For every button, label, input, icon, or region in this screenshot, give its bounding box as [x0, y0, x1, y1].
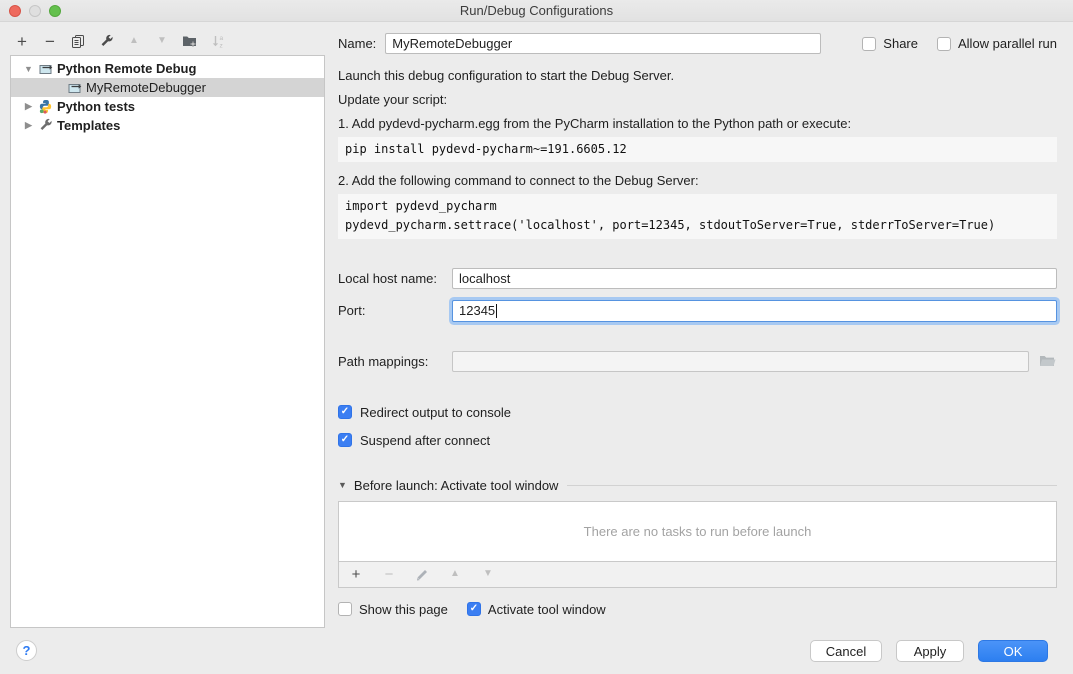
show-this-page-checkbox-label: Show this page	[359, 602, 448, 617]
settrace-code: import pydevd_pycharm pydevd_pycharm.set…	[338, 194, 1057, 238]
templates-wrench-icon	[38, 118, 53, 133]
copy-configuration-icon[interactable]	[70, 33, 86, 49]
path-mappings-input[interactable]	[452, 351, 1029, 372]
configurations-tree: ▼ Python Remote Debug MyRemoteDebugger ▶…	[10, 55, 325, 628]
close-window-button[interactable]	[9, 5, 21, 17]
share-checkbox-label: Share	[883, 36, 918, 51]
svg-text:z: z	[219, 42, 222, 49]
before-launch-toolbar: + − ▲ ▼	[338, 562, 1057, 588]
chevron-collapsed-icon[interactable]: ▶	[23, 120, 34, 131]
remote-debug-config-icon	[38, 61, 53, 76]
allow-parallel-run-checkbox-label: Allow parallel run	[958, 36, 1057, 51]
browse-folder-icon[interactable]	[1037, 352, 1057, 370]
step-2-text: 2. Add the following command to connect …	[338, 173, 1057, 188]
cancel-button[interactable]: Cancel	[810, 640, 882, 662]
local-host-name-label: Local host name:	[338, 271, 452, 286]
move-task-up-icon: ▲	[447, 566, 463, 582]
before-launch-header-label: Before launch: Activate tool window	[354, 478, 559, 493]
tree-item-python-tests[interactable]: ▶ Python tests	[11, 97, 324, 116]
pip-install-code: pip install pydevd-pycharm~=191.6605.12	[338, 137, 1057, 162]
share-checkbox-box[interactable]	[862, 37, 876, 51]
zoom-window-button[interactable]	[49, 5, 61, 17]
tree-item-label: Python tests	[57, 99, 135, 114]
tree-item-templates[interactable]: ▶ Templates	[11, 116, 324, 135]
activate-tool-window-checkbox-box[interactable]	[467, 602, 481, 616]
section-divider	[567, 485, 1057, 486]
before-launch-section-header[interactable]: ▼ Before launch: Activate tool window	[338, 478, 1057, 493]
suspend-after-connect-checkbox-box[interactable]	[338, 433, 352, 447]
allow-parallel-run-checkbox-box[interactable]	[937, 37, 951, 51]
add-task-icon[interactable]: +	[348, 566, 364, 582]
name-label: Name:	[338, 36, 376, 51]
remove-task-icon: −	[381, 566, 397, 582]
settrace-code-line-1: import pydevd_pycharm	[345, 199, 497, 213]
settrace-code-line-2: pydevd_pycharm.settrace('localhost', por…	[345, 218, 995, 232]
port-input[interactable]: 12345	[452, 300, 1057, 322]
show-this-page-checkbox-box[interactable]	[338, 602, 352, 616]
redirect-output-checkbox-box[interactable]	[338, 405, 352, 419]
edit-task-pencil-icon	[414, 566, 430, 582]
configurations-toolbar: + − ▲ ▼ az	[14, 29, 226, 53]
before-launch-task-list[interactable]: There are no tasks to run before launch	[338, 501, 1057, 562]
tree-item-label: MyRemoteDebugger	[86, 80, 206, 95]
chevron-expanded-icon[interactable]: ▼	[338, 480, 347, 490]
activate-tool-window-checkbox[interactable]: Activate tool window	[467, 602, 606, 617]
window-title: Run/Debug Configurations	[0, 3, 1073, 18]
name-input[interactable]	[385, 33, 821, 54]
tree-item-label: Templates	[57, 118, 120, 133]
help-button[interactable]: ?	[16, 640, 37, 661]
sort-alpha-icon: az	[210, 33, 226, 49]
tree-item-label: Python Remote Debug	[57, 61, 196, 76]
python-tests-icon	[38, 99, 53, 114]
port-value: 12345	[459, 303, 495, 318]
share-checkbox[interactable]: Share	[862, 36, 918, 51]
chevron-expanded-icon[interactable]: ▼	[23, 64, 34, 74]
description-line-1: Launch this debug configuration to start…	[338, 68, 1057, 83]
allow-parallel-run-checkbox[interactable]: Allow parallel run	[937, 36, 1057, 51]
edit-defaults-wrench-icon[interactable]	[98, 33, 114, 49]
redirect-output-checkbox-label: Redirect output to console	[360, 405, 511, 420]
svg-text:a: a	[219, 35, 223, 42]
apply-button[interactable]: Apply	[896, 640, 964, 662]
text-cursor	[496, 304, 497, 318]
show-this-page-checkbox[interactable]: Show this page	[338, 602, 448, 617]
tree-item-myremotedebugger[interactable]: MyRemoteDebugger	[11, 78, 324, 97]
minimize-window-button	[29, 5, 41, 17]
path-mappings-label: Path mappings:	[338, 354, 452, 369]
activate-tool-window-checkbox-label: Activate tool window	[488, 602, 606, 617]
local-host-name-input[interactable]	[452, 268, 1057, 289]
move-down-icon: ▼	[154, 33, 170, 49]
move-up-icon: ▲	[126, 33, 142, 49]
suspend-after-connect-checkbox-label: Suspend after connect	[360, 433, 490, 448]
step-1-text: 1. Add pydevd-pycharm.egg from the PyCha…	[338, 116, 1057, 131]
empty-tasks-message: There are no tasks to run before launch	[584, 524, 812, 539]
title-bar: Run/Debug Configurations	[0, 0, 1073, 22]
add-configuration-icon[interactable]: +	[14, 33, 30, 49]
suspend-after-connect-checkbox[interactable]: Suspend after connect	[338, 433, 1057, 448]
description-line-2: Update your script:	[338, 92, 1057, 107]
move-task-down-icon: ▼	[480, 566, 496, 582]
configuration-form: Name: Share Allow parallel run Launch th…	[338, 22, 1057, 617]
chevron-collapsed-icon[interactable]: ▶	[23, 101, 34, 112]
new-folder-icon[interactable]	[182, 33, 198, 49]
port-label: Port:	[338, 303, 452, 318]
remote-debug-config-icon	[67, 80, 82, 95]
tree-item-python-remote-debug[interactable]: ▼ Python Remote Debug	[11, 59, 324, 78]
ok-button[interactable]: OK	[978, 640, 1048, 662]
redirect-output-checkbox[interactable]: Redirect output to console	[338, 405, 1057, 420]
remove-configuration-icon[interactable]: −	[42, 33, 58, 49]
